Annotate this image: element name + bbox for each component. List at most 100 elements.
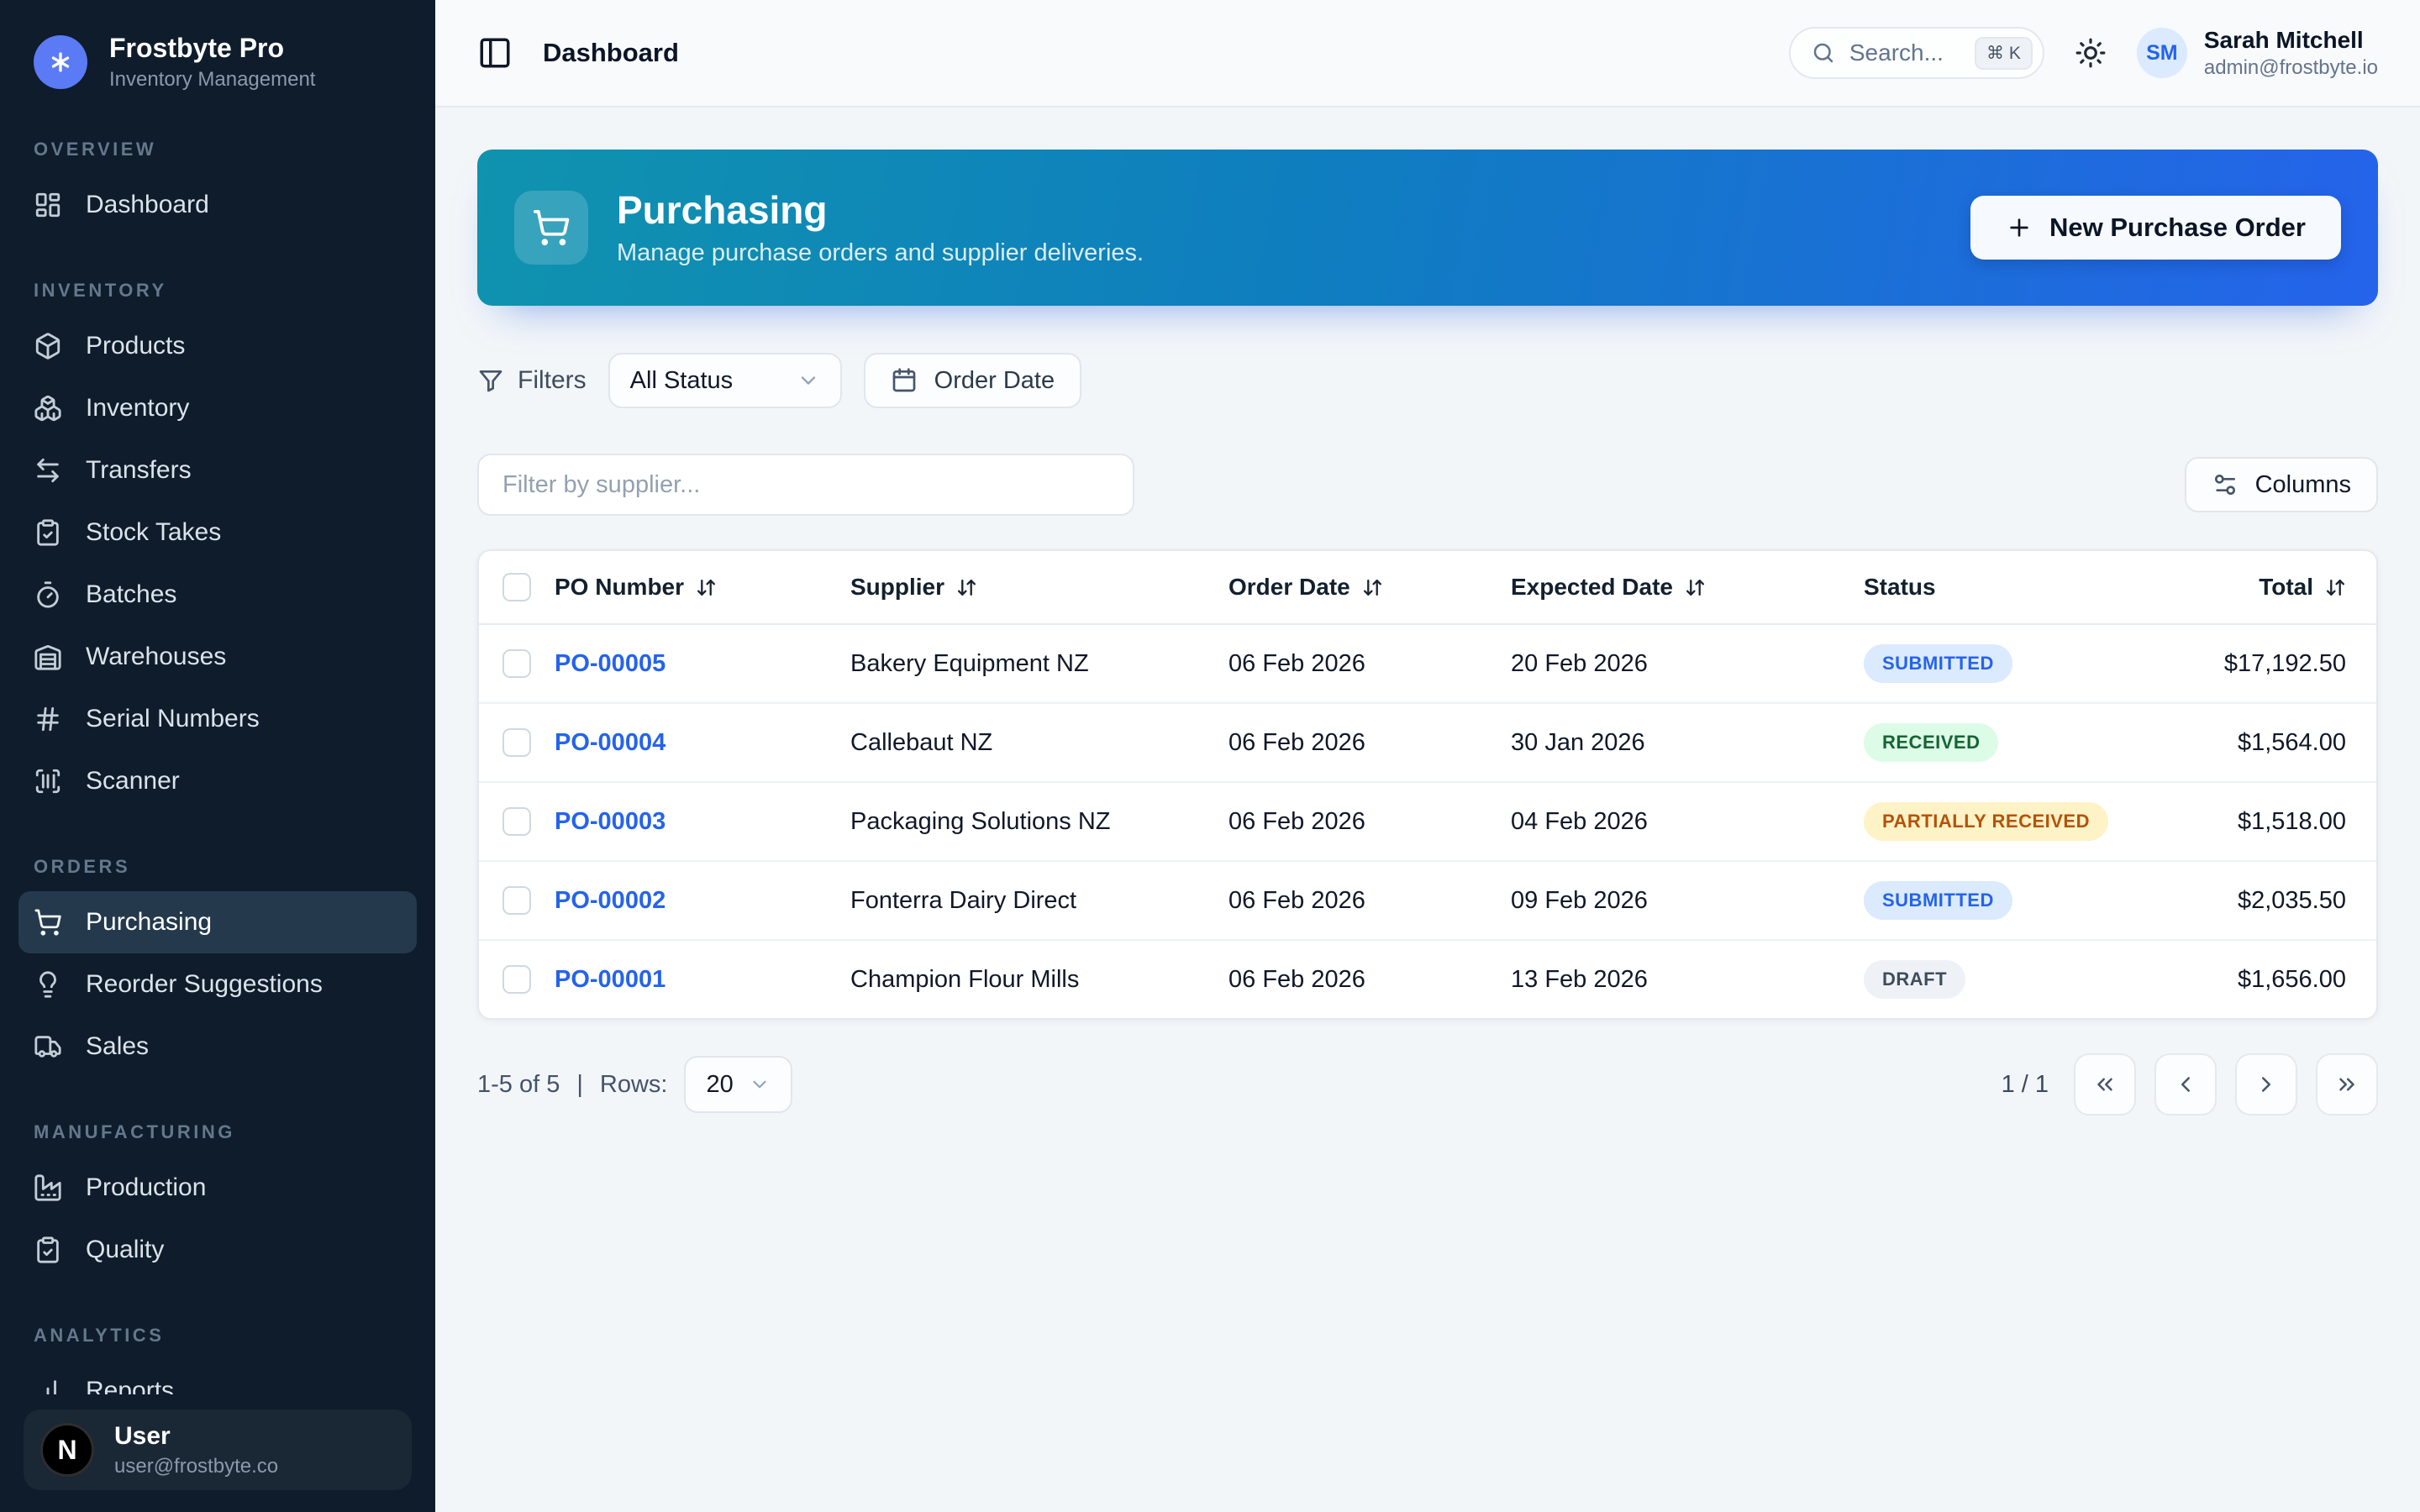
expected-date-cell: 13 Feb 2026 xyxy=(1511,940,1864,1018)
sidebar-item-purchasing[interactable]: Purchasing xyxy=(18,891,417,953)
column-header-supplier[interactable]: Supplier xyxy=(850,551,1228,624)
columns-button[interactable]: Columns xyxy=(2185,457,2378,512)
status-badge: SUBMITTED xyxy=(1864,644,2012,683)
first-page-button[interactable] xyxy=(2074,1053,2136,1116)
pagination-left: 1-5 of 5 | Rows: 20 xyxy=(477,1056,792,1113)
supplier-cell: Fonterra Dairy Direct xyxy=(850,861,1228,940)
theme-toggle-button[interactable] xyxy=(2075,37,2107,69)
sidebar-item-quality[interactable]: Quality xyxy=(18,1219,417,1281)
sidebar-toggle-button[interactable] xyxy=(477,35,513,71)
search-shortcut-kbd: ⌘ K xyxy=(1975,37,2033,70)
sidebar-item-inventory[interactable]: Inventory xyxy=(18,377,417,439)
sidebar-item-production[interactable]: Production xyxy=(18,1157,417,1219)
expected-date-cell: 04 Feb 2026 xyxy=(1511,782,1864,861)
supplier-cell: Packaging Solutions NZ xyxy=(850,782,1228,861)
column-header-po-number[interactable]: PO Number xyxy=(555,551,850,624)
funnel-icon xyxy=(477,367,504,394)
order-date-cell: 06 Feb 2026 xyxy=(1228,624,1511,703)
status-badge: SUBMITTED xyxy=(1864,881,2012,920)
sidebar-section: INVENTORY Products Inventory Transfers S… xyxy=(18,280,417,812)
sidebar-footer: N User user@frostbyte.co xyxy=(0,1394,435,1512)
scan-icon xyxy=(34,767,62,795)
table-row: PO-00002 Fonterra Dairy Direct 06 Feb 20… xyxy=(479,861,2376,940)
po-number-link[interactable]: PO-00003 xyxy=(555,808,666,835)
sidebar-section-header: OVERVIEW xyxy=(18,139,417,160)
table-toolbar: Columns xyxy=(477,454,2378,516)
order-date-cell: 06 Feb 2026 xyxy=(1228,940,1511,1018)
filters-row: Filters All Status Order Date xyxy=(477,353,2378,408)
po-number-link[interactable]: PO-00002 xyxy=(555,887,666,914)
select-all-checkbox[interactable] xyxy=(502,573,531,601)
row-checkbox[interactable] xyxy=(502,886,531,915)
next-page-button[interactable] xyxy=(2235,1053,2297,1116)
clipboard-icon xyxy=(34,1236,62,1264)
rows-per-page-select[interactable]: 20 xyxy=(684,1056,792,1113)
box-icon xyxy=(34,332,62,360)
banner-title: Purchasing xyxy=(617,188,1144,233)
column-header-order-date[interactable]: Order Date xyxy=(1228,551,1511,624)
sort-icon xyxy=(2325,577,2346,598)
order-date-filter-button[interactable]: Order Date xyxy=(864,353,1081,408)
order-date-cell: 06 Feb 2026 xyxy=(1228,782,1511,861)
column-header-expected-date[interactable]: Expected Date xyxy=(1511,551,1864,624)
previous-page-button[interactable] xyxy=(2154,1053,2217,1116)
sidebar-item-sales[interactable]: Sales xyxy=(18,1016,417,1078)
hash-icon xyxy=(34,705,62,733)
total-cell: $17,192.50 xyxy=(2207,624,2376,703)
row-checkbox[interactable] xyxy=(502,807,531,836)
po-number-link[interactable]: PO-00005 xyxy=(555,650,666,677)
sidebar-item-batches[interactable]: Batches xyxy=(18,564,417,626)
purchase-orders-table: PO Number Supplier Order Date xyxy=(479,551,2376,1018)
expected-date-cell: 30 Jan 2026 xyxy=(1511,703,1864,782)
search-box[interactable]: ⌘ K xyxy=(1789,27,2044,79)
sort-icon xyxy=(696,577,717,598)
table-body: PO-00005 Bakery Equipment NZ 06 Feb 2026… xyxy=(479,624,2376,1018)
sidebar-section: ORDERS Purchasing Reorder Suggestions Sa… xyxy=(18,856,417,1078)
chevron-left-icon xyxy=(2173,1072,2198,1097)
clipboard-icon xyxy=(34,518,62,547)
panel-left-icon xyxy=(477,35,513,71)
search-icon xyxy=(1811,40,1836,66)
table-row: PO-00001 Champion Flour Mills 06 Feb 202… xyxy=(479,940,2376,1018)
topbar: Dashboard ⌘ K SM Sarah Mitchell admin@fr… xyxy=(435,0,2420,108)
sidebar-section: OVERVIEW Dashboard xyxy=(18,139,417,236)
sidebar-item-serial-numbers[interactable]: Serial Numbers xyxy=(18,688,417,750)
po-number-link[interactable]: PO-00004 xyxy=(555,729,666,756)
sidebar-item-dashboard[interactable]: Dashboard xyxy=(18,174,417,236)
brand: Frostbyte Pro Inventory Management xyxy=(0,0,435,102)
new-purchase-order-label: New Purchase Order xyxy=(2049,213,2306,243)
sidebar-user-chip[interactable]: N User user@frostbyte.co xyxy=(24,1410,412,1490)
search-input[interactable] xyxy=(1849,39,1961,66)
row-checkbox[interactable] xyxy=(502,728,531,757)
status-filter-select[interactable]: All Status xyxy=(608,353,842,408)
page-indicator: 1 / 1 xyxy=(2002,1071,2049,1099)
sidebar-item-warehouses[interactable]: Warehouses xyxy=(18,626,417,688)
status-badge: RECEIVED xyxy=(1864,723,1998,762)
table-row: PO-00003 Packaging Solutions NZ 06 Feb 2… xyxy=(479,782,2376,861)
sidebar-item-transfers[interactable]: Transfers xyxy=(18,439,417,501)
banner-subtitle: Manage purchase orders and supplier deli… xyxy=(617,239,1144,267)
supplier-filter-input[interactable] xyxy=(477,454,1134,516)
column-header-total[interactable]: Total xyxy=(2207,551,2376,624)
rows-label: Rows: xyxy=(600,1071,668,1099)
sidebar-item-scanner[interactable]: Scanner xyxy=(18,750,417,812)
topbar-user-email: admin@frostbyte.io xyxy=(2204,56,2378,80)
sidebar-item-reorder-suggestions[interactable]: Reorder Suggestions xyxy=(18,953,417,1016)
new-purchase-order-button[interactable]: New Purchase Order xyxy=(1970,196,2341,260)
sidebar: Frostbyte Pro Inventory Management OVERV… xyxy=(0,0,435,1512)
rows-per-page-value: 20 xyxy=(706,1071,733,1099)
chevrons-right-icon xyxy=(2334,1072,2360,1097)
row-checkbox[interactable] xyxy=(502,649,531,678)
topbar-user-chip[interactable]: SM Sarah Mitchell admin@frostbyte.io xyxy=(2137,26,2378,80)
boxes-icon xyxy=(34,394,62,423)
table-row: PO-00005 Bakery Equipment NZ 06 Feb 2026… xyxy=(479,624,2376,703)
sidebar-section: MANUFACTURING Production Quality xyxy=(18,1121,417,1281)
sidebar-item-stock-takes[interactable]: Stock Takes xyxy=(18,501,417,564)
sidebar-item-products[interactable]: Products xyxy=(18,315,417,377)
row-checkbox[interactable] xyxy=(502,965,531,994)
supplier-cell: Callebaut NZ xyxy=(850,703,1228,782)
po-number-link[interactable]: PO-00001 xyxy=(555,966,666,993)
order-date-filter-label: Order Date xyxy=(934,367,1055,395)
last-page-button[interactable] xyxy=(2316,1053,2378,1116)
pagination-range: 1-5 of 5 xyxy=(477,1071,560,1099)
